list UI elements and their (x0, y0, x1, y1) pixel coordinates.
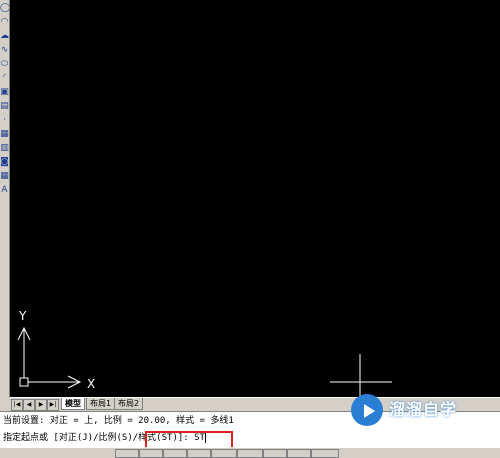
ellipse-tool-icon[interactable]: ⬭ (0, 58, 9, 70)
arc-tool-icon[interactable]: ◠ (0, 16, 9, 28)
multiline-text-icon[interactable]: A (0, 184, 9, 196)
watermark-logo-icon (351, 394, 383, 426)
draw-toolbar: ◯ ◠ ☁ ∿ ⬭ ◜ ▣ ▤ · ▦ ▥ ◙ ▦ A (0, 0, 10, 397)
table-tool-icon[interactable]: ▦ (0, 170, 9, 182)
tab-layout2[interactable]: 布局2 (114, 398, 144, 410)
ucs-icon (17, 326, 82, 389)
status-snap-button[interactable] (115, 449, 139, 458)
tab-nav-first-button[interactable]: |◀ (11, 399, 23, 411)
tab-nav-prev-button[interactable]: ◀ (23, 399, 35, 411)
circle-tool-icon[interactable]: ◯ (0, 2, 9, 14)
watermark-title: 溜溜自学 (389, 400, 458, 419)
ucs-x-label: X (87, 377, 95, 391)
status-polar-button[interactable] (187, 449, 211, 458)
tab-nav-next-button[interactable]: ▶ (35, 399, 47, 411)
drawing-canvas[interactable]: Y X (10, 0, 500, 397)
ucs-origin-box (19, 377, 29, 387)
make-block-icon[interactable]: ▤ (0, 100, 9, 112)
revision-cloud-icon[interactable]: ☁ (0, 30, 9, 42)
status-model-button[interactable] (311, 449, 339, 458)
play-icon (364, 404, 375, 418)
status-osnap-button[interactable] (211, 449, 237, 458)
tab-nav-last-button[interactable]: ▶| (47, 399, 59, 411)
watermark-url: ZIXUE.3D66.COM (389, 420, 457, 428)
region-tool-icon[interactable]: ◙ (0, 156, 9, 168)
command-history-line: 当前设置: 对正 = 上, 比例 = 20.00, 样式 = 多线1 (3, 416, 234, 426)
spline-tool-icon[interactable]: ∿ (0, 44, 9, 56)
status-dyn-button[interactable] (263, 449, 287, 458)
ucs-y-label: Y (18, 309, 27, 323)
hatch-tool-icon[interactable]: ▦ (0, 128, 9, 140)
insert-block-icon[interactable]: ▣ (0, 86, 9, 98)
ellipse-arc-icon[interactable]: ◜ (0, 72, 9, 84)
status-grid-button[interactable] (139, 449, 163, 458)
point-tool-icon[interactable]: · (0, 114, 9, 126)
status-ortho-button[interactable] (163, 449, 187, 458)
canvas-svg: Y X (17, 309, 392, 397)
tab-model[interactable]: 模型 (61, 398, 85, 410)
tab-layout1[interactable]: 布局1 (86, 398, 116, 410)
status-lwt-button[interactable] (287, 449, 311, 458)
status-otrack-button[interactable] (237, 449, 263, 458)
watermark: 溜溜自学 ZIXUE.3D66.COM (351, 390, 467, 436)
gradient-tool-icon[interactable]: ▥ (0, 142, 9, 154)
